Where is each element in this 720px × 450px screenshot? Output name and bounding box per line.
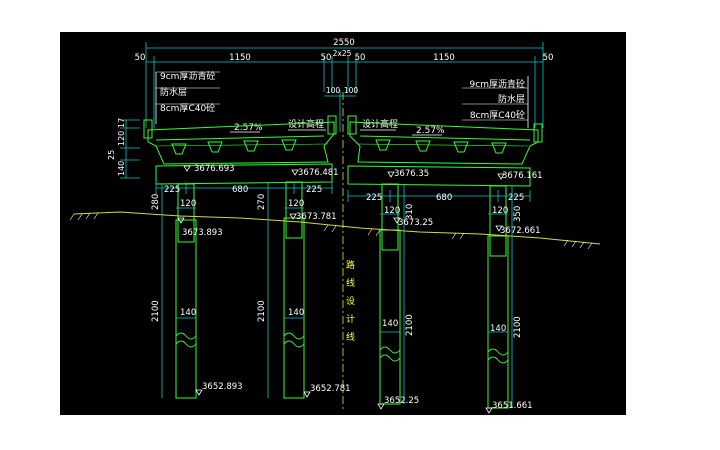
left-col2-dia: 120 [288, 199, 304, 209]
svg-text:线: 线 [346, 277, 355, 289]
girder-dim-a: 17 [117, 118, 126, 128]
right-ground-elev-1: 3673.25 [398, 218, 433, 228]
pavement-right-layer-1: 9cm厚沥青砼 [470, 78, 525, 90]
pavement-note-right: 9cm厚沥青砼 防水层 8cm厚C40砼 [462, 76, 529, 128]
slope-left: 2.57% [234, 123, 263, 133]
svg-text:线: 线 [346, 331, 355, 343]
dim-median: 2x25 [333, 49, 352, 58]
cad-drawing-canvas: 2550 50 1150 50 2x25 50 1150 50 100 100 … [60, 32, 626, 415]
left-pile1-dia: 140 [180, 308, 196, 318]
left-ground-elev-2: 3673.781 [296, 212, 337, 222]
right-cap-overhang-r: 225 [508, 193, 524, 203]
girder-dim-c: 25 [107, 150, 116, 160]
girder-dim-d: 140 [117, 161, 126, 176]
left-col1-height: 280 [151, 194, 161, 210]
right-pile1-dia: 140 [382, 319, 398, 329]
right-cap-overhang-l: 225 [366, 193, 382, 203]
dim-joint-right: 100 [344, 86, 359, 95]
left-pile2-length: 2100 [257, 300, 267, 322]
dim-right-span: 1150 [433, 53, 455, 63]
right-pile2-bottom-elev: 3651.661 [492, 401, 533, 411]
dim-left-edge: 50 [135, 53, 146, 63]
right-col1-dia: 120 [384, 206, 400, 216]
centerline-label: 路 线 设 计 线 [346, 259, 355, 343]
right-pile2-dia: 140 [490, 324, 506, 334]
girder-dim-b: 120 [117, 131, 126, 146]
dim-overall-width: 2550 [333, 38, 355, 48]
left-col2-top-elev: 3676.481 [298, 168, 339, 178]
pavement-left-layer-1: 9cm厚沥青砼 [160, 70, 215, 82]
left-cap-span: 680 [232, 185, 248, 195]
dim-joint-left: 100 [326, 86, 341, 95]
right-pile1-length: 2100 [405, 314, 415, 336]
right-col1-top-elev: 3676.35 [394, 169, 429, 179]
left-ground-elev-1: 3673.893 [182, 228, 223, 238]
right-superstructure [347, 115, 543, 165]
right-col2-height: 350 [513, 206, 523, 222]
right-col2-dia: 120 [492, 206, 508, 216]
svg-text:计: 计 [346, 313, 355, 325]
pavement-note-left: 9cm厚沥青砼 防水层 8cm厚C40砼 [155, 70, 220, 124]
elevation-markers [177, 165, 505, 414]
dim-right-edge: 50 [543, 53, 554, 63]
left-cap-overhang-l: 225 [164, 185, 180, 195]
dim-mid-left: 50 [321, 53, 332, 63]
pavement-left-layer-3: 8cm厚C40砼 [160, 102, 215, 114]
left-pile2-bottom-elev: 3652.781 [310, 384, 351, 394]
right-ground-elev-2: 3672.661 [500, 226, 541, 236]
right-pile2-length: 2100 [513, 316, 523, 338]
left-col1-dia: 120 [180, 199, 196, 209]
right-cap-span: 680 [436, 193, 452, 203]
left-col2-height: 270 [257, 194, 267, 210]
svg-text:路: 路 [346, 259, 355, 271]
slope-right: 2.57% [416, 126, 445, 136]
right-pile1-bottom-elev: 3652.25 [384, 396, 419, 406]
left-pile1-length: 2100 [151, 300, 161, 322]
pavement-right-layer-3: 8cm厚C40砼 [470, 109, 525, 121]
dim-mid-right: 50 [355, 53, 366, 63]
left-pile2-dia: 140 [288, 308, 304, 318]
pavement-right-layer-2: 防水层 [498, 93, 525, 105]
left-cap-overhang-r: 225 [306, 185, 322, 195]
dim-left-span: 1150 [229, 53, 251, 63]
left-col1-top-elev: 3676.693 [194, 164, 235, 174]
columns-and-piles [175, 181, 509, 409]
right-col2-top-elev: 3676.161 [502, 171, 543, 181]
pile-break-symbols [175, 332, 509, 364]
bridge-cross-section: 2550 50 1150 50 2x25 50 1150 50 100 100 … [69, 38, 601, 414]
svg-text:设: 设 [346, 296, 355, 307]
pavement-left-layer-2: 防水层 [160, 86, 187, 98]
left-pile1-bottom-elev: 3652.893 [202, 382, 243, 392]
